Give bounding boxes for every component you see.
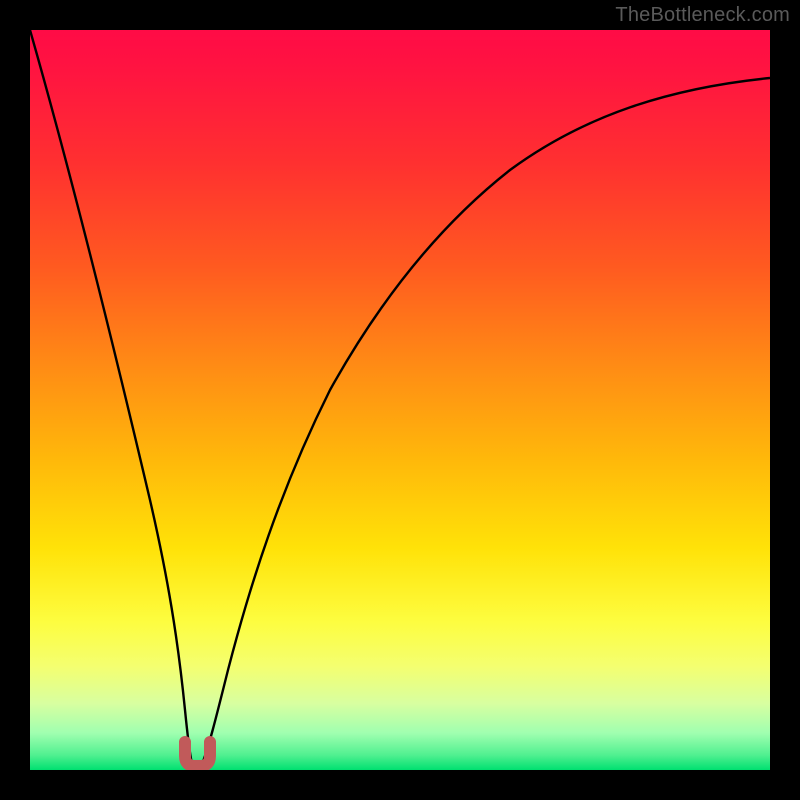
watermark-text: TheBottleneck.com [615,4,790,27]
chart-plot-area [30,30,770,770]
bottleneck-curve-path [30,30,770,767]
min-marker-icon [185,742,210,766]
chart-curve-layer [30,30,770,770]
